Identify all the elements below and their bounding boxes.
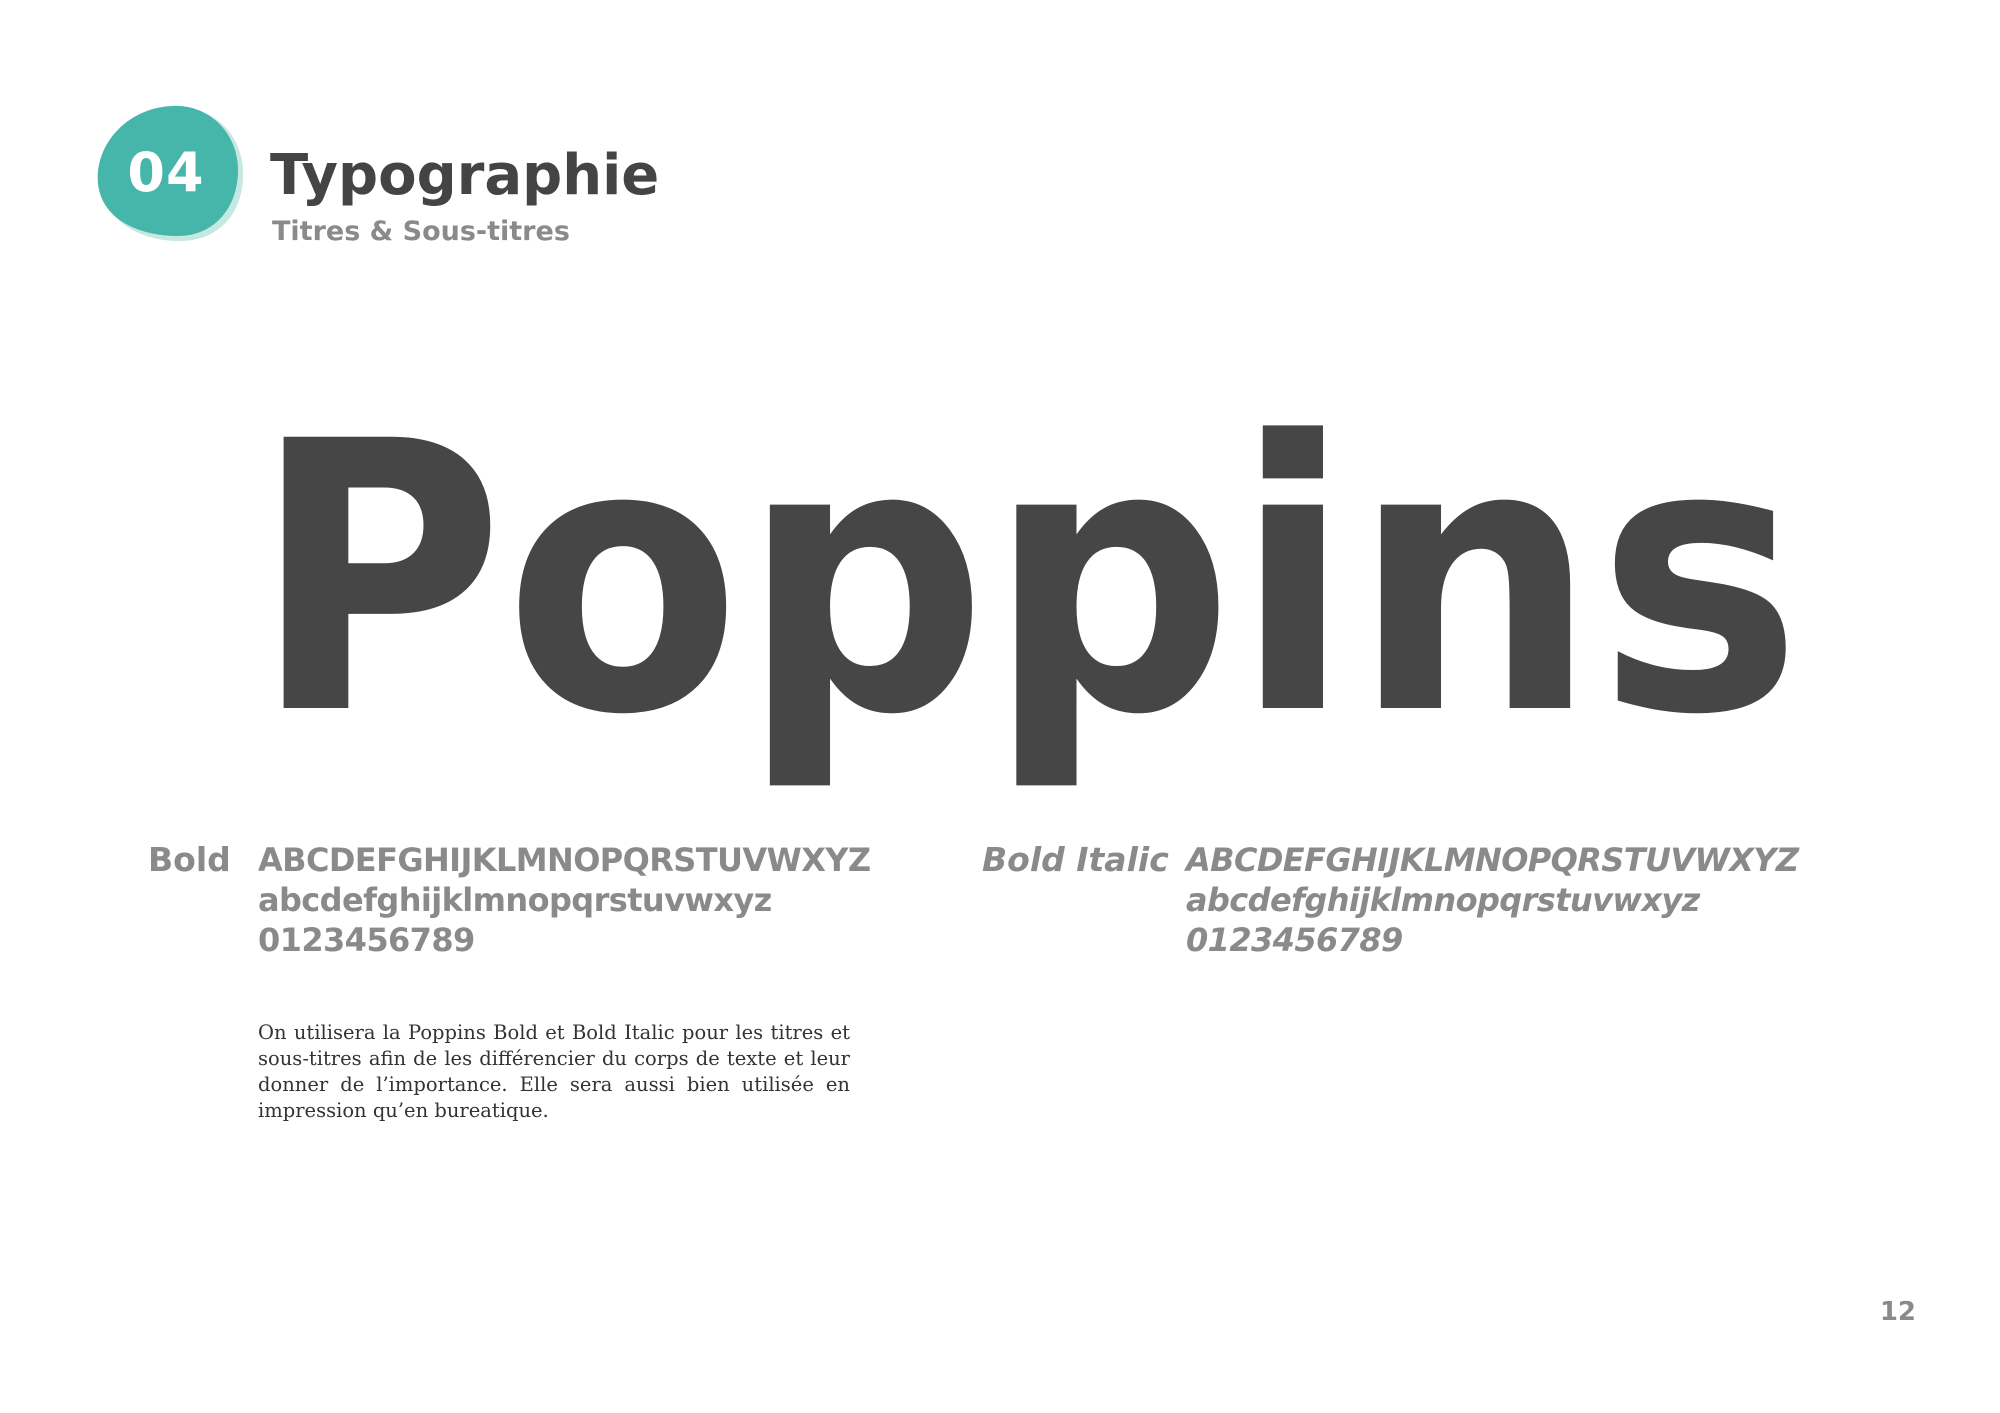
font-specimen-svg: Poppins (252, 363, 1802, 796)
page-title: Typographie (270, 143, 660, 208)
charset-bold: ABCDEFGHIJKLMNOPQRSTUVWXYZ abcdefghijklm… (258, 840, 871, 960)
usage-description: On utilisera la Poppins Bold et Bold Ita… (258, 1021, 850, 1122)
section-number: 04 (127, 140, 205, 204)
font-specimen-text: Poppins (252, 363, 1802, 796)
section-badge: 04 (96, 104, 244, 242)
charset-digits: 0123456789 (258, 921, 475, 959)
charset-lowercase: abcdefghijklmnopqrstuvwxyz (1186, 881, 1700, 919)
weight-label-bold: Bold (148, 840, 231, 879)
page-subtitle: Titres & Sous-titres (272, 216, 570, 247)
charset-digits: 0123456789 (1186, 921, 1403, 959)
page-number: 12 (1879, 1297, 1916, 1327)
charset-lowercase: abcdefghijklmnopqrstuvwxyz (258, 881, 772, 919)
weight-label-bold-italic: Bold Italic (982, 840, 1169, 879)
font-specimen: Poppins (232, 340, 1822, 820)
charset-uppercase: ABCDEFGHIJKLMNOPQRSTUVWXYZ (1186, 841, 1799, 879)
charset-uppercase: ABCDEFGHIJKLMNOPQRSTUVWXYZ (258, 841, 871, 879)
charset-bold-italic: ABCDEFGHIJKLMNOPQRSTUVWXYZ abcdefghijklm… (1186, 840, 1799, 960)
